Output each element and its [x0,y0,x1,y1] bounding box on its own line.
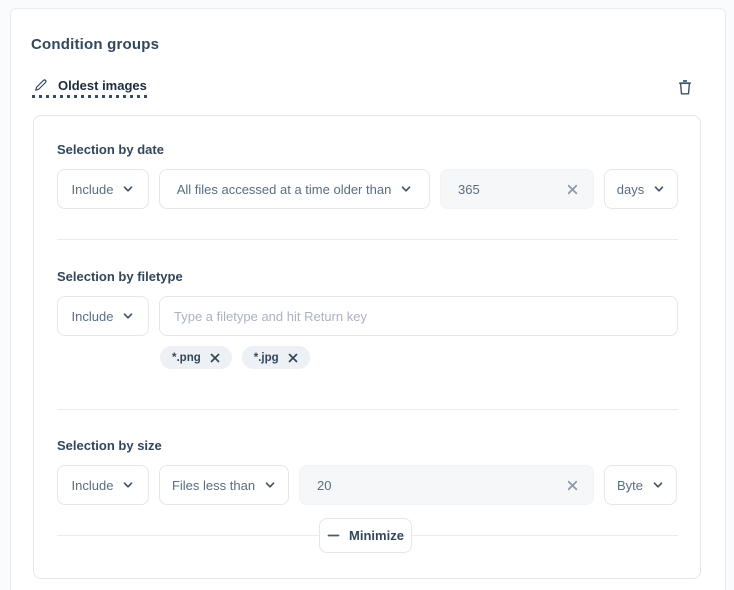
filetype-tag: *.png [160,346,232,369]
size-condition-dropdown[interactable]: Files less than [159,465,289,505]
size-unit-dropdown[interactable]: Byte [604,465,677,505]
date-include-dropdown[interactable]: Include [57,169,149,209]
filetype-include-label: Include [72,309,114,324]
page-title: Condition groups [31,36,159,53]
filetype-input[interactable] [174,309,663,324]
chevron-down-icon [652,479,664,491]
date-clear-button[interactable] [566,183,579,196]
minimize-label: Minimize [349,528,404,543]
size-include-dropdown[interactable]: Include [57,465,149,505]
filetype-tag-label: *.jpg [254,352,279,364]
group-name-label: Oldest images [58,78,147,93]
date-unit-label: days [617,182,644,197]
size-value-input[interactable] [317,478,566,493]
section-divider [57,239,678,240]
group-name-underline [32,95,151,98]
tag-remove-button[interactable] [288,353,298,363]
group-name-row: Oldest images [33,74,147,96]
clear-x-icon [566,183,579,196]
filetype-tag: *.jpg [242,346,310,369]
date-value-field-wrap [440,169,594,209]
tag-x-icon [288,353,298,363]
date-unit-dropdown[interactable]: days [604,169,678,209]
date-section-heading: Selection by date [57,142,164,157]
minimize-button[interactable]: Minimize [319,518,412,553]
condition-group-card: Selection by date Include All files acce… [33,115,701,579]
filetype-section-heading: Selection by filetype [57,269,183,284]
chevron-down-icon [122,479,134,491]
delete-group-button[interactable] [671,73,699,101]
trash-icon [676,78,694,97]
chevron-down-icon [653,183,665,195]
size-clear-button[interactable] [566,479,579,492]
filetype-include-dropdown[interactable]: Include [57,296,149,336]
chevron-down-icon [122,310,134,322]
size-condition-label: Files less than [172,478,255,493]
clear-x-icon [566,479,579,492]
chevron-down-icon [400,183,412,195]
chevron-down-icon [122,183,134,195]
pencil-icon[interactable] [33,78,48,93]
section-divider [57,409,678,410]
size-unit-label: Byte [617,478,643,493]
size-include-label: Include [72,478,114,493]
size-section-heading: Selection by size [57,438,162,453]
date-condition-dropdown[interactable]: All files accessed at a time older than [159,169,430,209]
date-value-input[interactable] [458,182,566,197]
filetype-tags-row: *.png *.jpg [160,346,310,369]
size-value-field-wrap [299,465,594,505]
tag-x-icon [210,353,220,363]
filetype-tag-label: *.png [172,352,201,364]
condition-groups-panel: Condition groups Oldest images Selection… [10,8,726,590]
filetype-field-wrap [159,296,678,336]
tag-remove-button[interactable] [210,353,220,363]
chevron-down-icon [264,479,276,491]
minus-icon [327,529,340,542]
date-include-label: Include [72,182,114,197]
date-condition-label: All files accessed at a time older than [177,182,392,197]
